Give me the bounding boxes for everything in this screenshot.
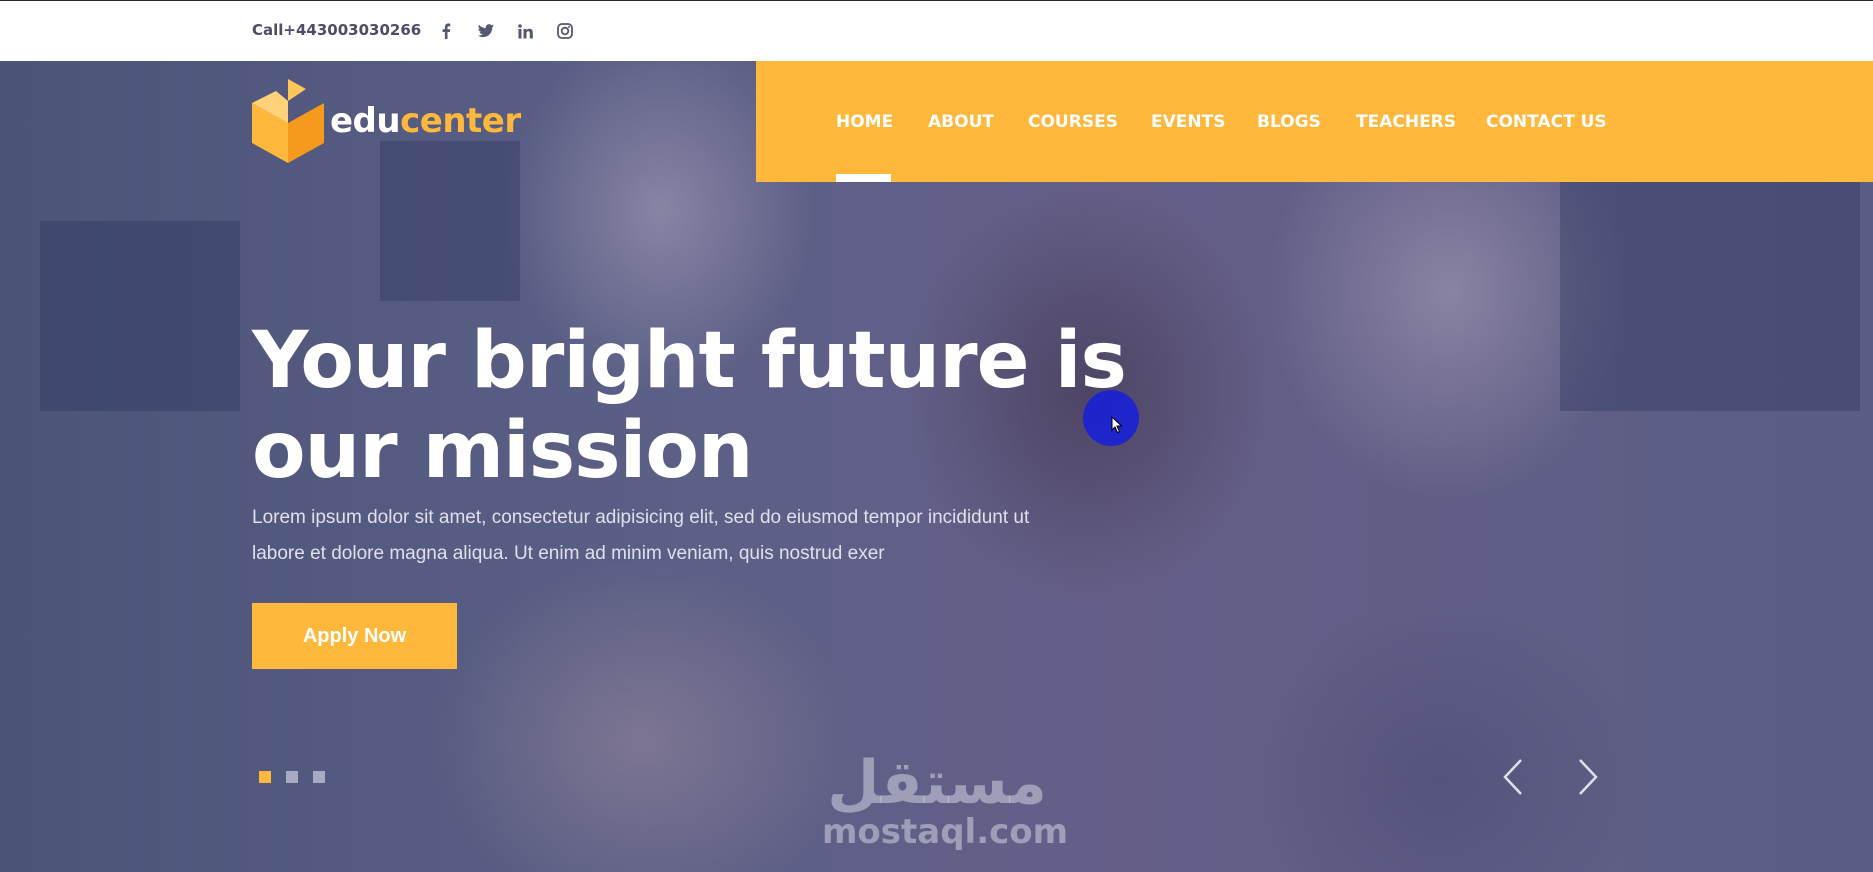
logo-cube-icon <box>252 79 324 163</box>
nav-item-courses[interactable]: COURSES <box>1028 112 1118 132</box>
nav-item-teachers[interactable]: TEACHERS <box>1356 112 1456 132</box>
hero-title-line1: Your bright future is <box>252 316 1127 406</box>
hero-description-line1: Lorem ipsum dolor sit amet, consectetur … <box>252 507 1030 528</box>
hero-title: Your bright future is our mission <box>252 316 1152 496</box>
twitter-icon[interactable] <box>475 20 497 42</box>
brand-name: educenter <box>330 101 521 141</box>
slider-dot-3[interactable] <box>313 771 325 783</box>
brand-logo[interactable]: educenter <box>252 79 521 163</box>
nav-item-blogs[interactable]: BLOGS <box>1257 112 1321 132</box>
nav-item-contact-us[interactable]: CONTACT US <box>1486 112 1607 132</box>
top-bar: Call+443003030266 <box>0 0 1873 62</box>
apply-now-button[interactable]: Apply Now <box>252 603 457 669</box>
brand-name-part1: edu <box>330 101 401 141</box>
facebook-icon[interactable] <box>435 20 457 42</box>
hero-title-line2: our mission <box>252 406 753 496</box>
slider-next-arrow-icon[interactable] <box>1568 755 1608 799</box>
slider-dot-2[interactable] <box>286 771 298 783</box>
phone-number[interactable]: Call+443003030266 <box>252 21 421 39</box>
active-nav-indicator <box>836 174 891 182</box>
nav-item-home[interactable]: HOME <box>836 112 893 132</box>
watermark-arabic: مستقل <box>827 748 1047 818</box>
slider-dot-1[interactable] <box>259 771 271 783</box>
nav-item-events[interactable]: EVENTS <box>1151 112 1225 132</box>
watermark-latin: mostaql.com <box>822 812 1069 852</box>
slider-prev-arrow-icon[interactable] <box>1493 755 1533 799</box>
watermark: مستقل mostaql.com <box>822 748 1069 852</box>
mouse-pointer-icon <box>1111 416 1123 434</box>
main-nav: HOME ABOUT COURSES EVENTS BLOGS TEACHERS… <box>756 61 1873 182</box>
hero-description-line2: labore et dolore magna aliqua. Ut enim a… <box>252 543 885 564</box>
instagram-icon[interactable] <box>554 20 576 42</box>
hero-description: Lorem ipsum dolor sit amet, consectetur … <box>252 500 1132 572</box>
brand-name-part2: center <box>400 101 521 141</box>
nav-item-about[interactable]: ABOUT <box>928 112 994 132</box>
linkedin-icon[interactable] <box>514 20 536 42</box>
